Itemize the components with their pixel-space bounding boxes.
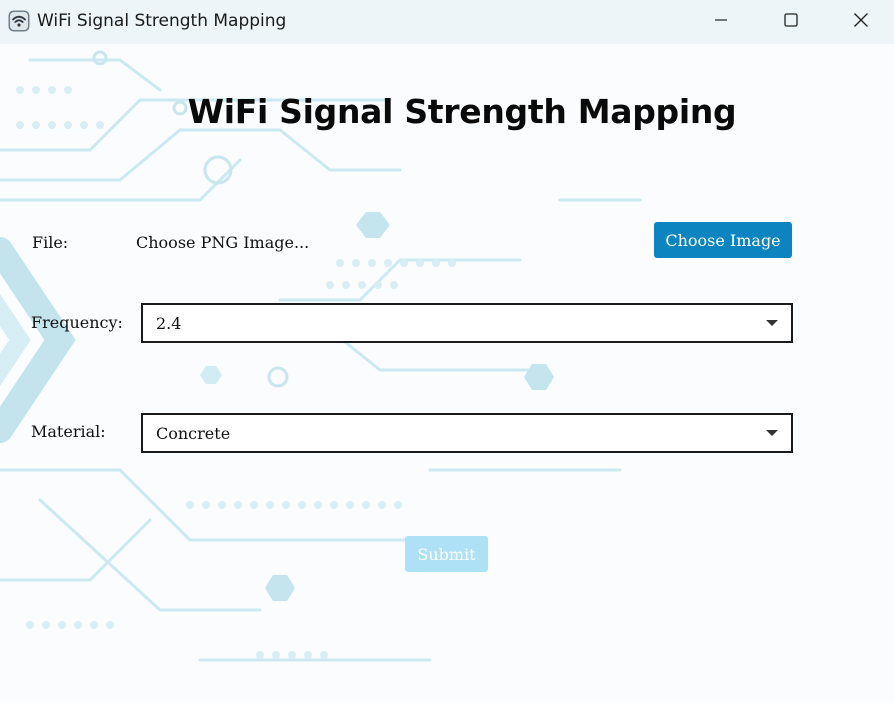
choose-image-button[interactable]: Choose Image — [654, 222, 792, 258]
close-icon — [853, 12, 869, 33]
material-dropdown[interactable]: Concrete — [141, 413, 793, 453]
file-path-text: Choose PNG Image... — [136, 233, 310, 252]
wifi-icon — [8, 10, 30, 32]
material-selected-value: Concrete — [156, 424, 231, 443]
maximize-button[interactable] — [756, 0, 826, 44]
page-title: WiFi Signal Strength Mapping — [187, 92, 737, 131]
submit-button[interactable]: Submit — [405, 536, 488, 572]
maximize-icon — [784, 12, 798, 32]
file-label: File: — [32, 233, 69, 252]
title-bar[interactable]: WiFi Signal Strength Mapping — [0, 0, 894, 44]
frequency-label: Frequency: — [31, 313, 123, 332]
frequency-selected-value: 2.4 — [156, 314, 182, 333]
material-label: Material: — [31, 422, 106, 441]
chevron-down-icon — [766, 430, 778, 436]
frequency-dropdown[interactable]: 2.4 — [141, 303, 793, 343]
form-panel: WiFi Signal Strength Mapping File: Choos… — [0, 0, 894, 703]
minimize-icon — [714, 13, 728, 32]
close-button[interactable] — [826, 0, 894, 44]
app-window: WiFi Signal Strength Mapping WiFi Signal… — [0, 0, 894, 703]
window-title: WiFi Signal Strength Mapping — [37, 11, 287, 31]
chevron-down-icon — [766, 320, 778, 326]
minimize-button[interactable] — [686, 0, 756, 44]
